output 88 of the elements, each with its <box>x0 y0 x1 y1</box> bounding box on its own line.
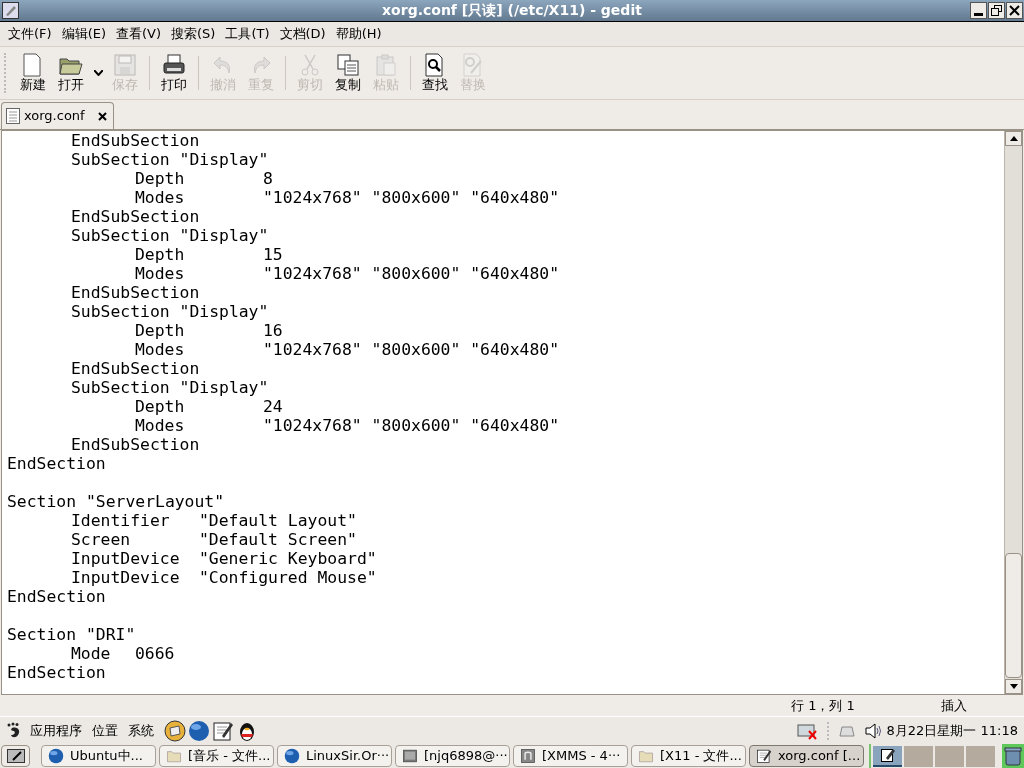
window-title: xorg.conf [只读] (/etc/X11) - gedit <box>382 1 642 20</box>
code-line: EndSubSection <box>70 435 201 454</box>
taskbar-button[interactable]: [XMMS - 4··· <box>513 745 628 767</box>
floppy-icon <box>113 53 137 77</box>
menu-item[interactable]: 工具(T) <box>220 23 275 45</box>
code-line: SubSection "Display" <box>70 302 270 321</box>
notepad-icon <box>880 748 895 762</box>
code-line: Modes "1024x768" "800x600" "640x480" <box>134 264 561 283</box>
code-line: InputDevice "Configured Mouse" <box>70 568 378 587</box>
panel-menu[interactable]: 位置 <box>92 720 118 741</box>
toolbar-button[interactable]: 复制 <box>329 49 367 97</box>
code-line: InputDevice "Generic Keyboard" <box>70 549 378 568</box>
toolbar-button[interactable]: 查找 <box>416 49 454 97</box>
replace-icon <box>461 53 485 77</box>
tab-label: xorg.conf <box>24 107 85 126</box>
code-line: Modes "1024x768" "800x600" "640x480" <box>134 340 561 359</box>
taskbar-button[interactable]: [X11 - 文件... <box>631 745 746 767</box>
cursor-position: 行 1，列 1 <box>791 696 856 715</box>
file-tab[interactable]: xorg.conf <box>1 102 114 129</box>
copy-icon <box>336 53 360 77</box>
code-line: Modes "1024x768" "800x600" "640x480" <box>134 188 561 207</box>
menu-item[interactable]: 编辑(E) <box>56 23 111 45</box>
panel-menu[interactable]: 系统 <box>128 720 154 741</box>
code-line: Depth 24 <box>134 397 284 416</box>
restore-button[interactable] <box>988 2 1005 19</box>
terminal-icon <box>402 748 418 764</box>
taskbar-button[interactable]: LinuxSir.Or··· <box>277 745 392 767</box>
code-line: EndSubSection <box>70 283 201 302</box>
code-line: Depth 8 <box>134 169 274 188</box>
network-disconnected-icon[interactable] <box>796 721 817 740</box>
taskbar-button[interactable]: [音乐 - 文件... <box>159 745 274 767</box>
code-line: Mode 0666 <box>70 644 176 663</box>
sticker-icon[interactable] <box>164 719 186 742</box>
menu-item[interactable]: 查看(V) <box>111 23 167 45</box>
code-line: Identifier "Default Layout" <box>70 511 358 530</box>
insert-mode: 插入 <box>941 696 967 715</box>
menu-item[interactable]: 文件(F) <box>3 23 57 45</box>
caret-icon <box>93 70 103 76</box>
menu-item[interactable]: 搜索(S) <box>166 23 221 45</box>
toolbar-button[interactable]: 打开 <box>52 49 90 97</box>
scissors-icon <box>298 53 322 77</box>
code-line: SubSection "Display" <box>70 226 270 245</box>
toolbar-button[interactable]: 新建 <box>14 49 52 97</box>
code-line: Section "ServerLayout" <box>7 492 226 511</box>
taskbar-button[interactable]: xorg.conf [... <box>749 745 864 767</box>
code-line: EndSubSection <box>70 207 201 226</box>
code-line: Depth 15 <box>134 245 284 264</box>
close-tab-button[interactable] <box>96 110 109 122</box>
folder-icon <box>638 748 654 764</box>
code-line: Section "DRI" <box>7 625 137 644</box>
code-line: Depth 16 <box>134 321 284 340</box>
workspace-button[interactable] <box>873 745 902 767</box>
show-desktop-button[interactable] <box>1 745 30 767</box>
scroll-up-icon[interactable] <box>1009 136 1018 141</box>
menu-item[interactable]: 文档(D) <box>274 23 331 45</box>
taskbar-button[interactable]: Ubuntu中... <box>41 745 156 767</box>
menu-item[interactable]: 帮助(H) <box>330 23 387 45</box>
scroll-down-icon[interactable] <box>1009 684 1018 689</box>
code-line: Screen "Default Screen" <box>70 530 358 549</box>
globe-icon[interactable] <box>188 719 210 742</box>
footprint-icon[interactable] <box>6 721 22 740</box>
code-line: EndSection <box>7 663 107 682</box>
close-button[interactable] <box>1006 2 1023 19</box>
printer-icon <box>162 53 186 77</box>
clipboard-icon <box>374 53 398 77</box>
player-icon <box>520 748 536 764</box>
pencil-icon <box>2 2 19 19</box>
panel-menu[interactable]: 应用程序 <box>30 720 82 741</box>
toolbar-button[interactable]: 打印 <box>155 49 193 97</box>
trash-icon[interactable] <box>1004 746 1022 766</box>
code-line: SubSection "Display" <box>70 150 270 169</box>
code-line: EndSection <box>7 587 107 606</box>
code-line: EndSection <box>7 454 107 473</box>
code-line: EndSubSection <box>70 359 201 378</box>
globe-icon <box>48 748 64 764</box>
document-icon <box>6 108 20 124</box>
notepad-icon <box>756 748 772 764</box>
minimize-button[interactable] <box>970 2 987 19</box>
taskbar-button[interactable]: [njq6898@··· <box>395 745 510 767</box>
notepad-icon[interactable] <box>212 719 234 742</box>
code-line: EndSubSection <box>70 131 201 150</box>
code-line: SubSection "Display" <box>70 378 270 397</box>
globe-icon <box>284 748 300 764</box>
speaker-icon[interactable] <box>864 722 883 739</box>
clock[interactable]: 8月22日星期一 11:18 <box>886 720 1018 741</box>
folder-icon <box>166 748 182 764</box>
scrollbar-thumb[interactable] <box>1005 553 1022 678</box>
code-line: Modes "1024x768" "800x600" "640x480" <box>134 416 561 435</box>
